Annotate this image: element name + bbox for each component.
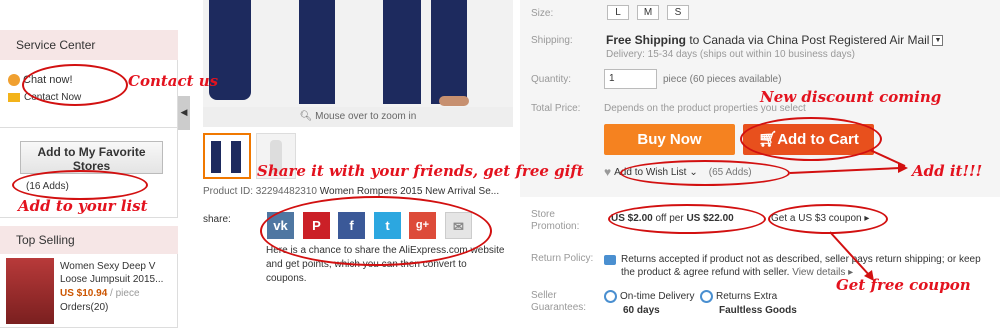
- arrow-wish-to-add-it: [789, 167, 901, 174]
- annotation-arrows: [789, 149, 908, 281]
- arrow-coupon-to-label: [829, 231, 871, 277]
- arrow-cart-to-add-it: [869, 149, 906, 167]
